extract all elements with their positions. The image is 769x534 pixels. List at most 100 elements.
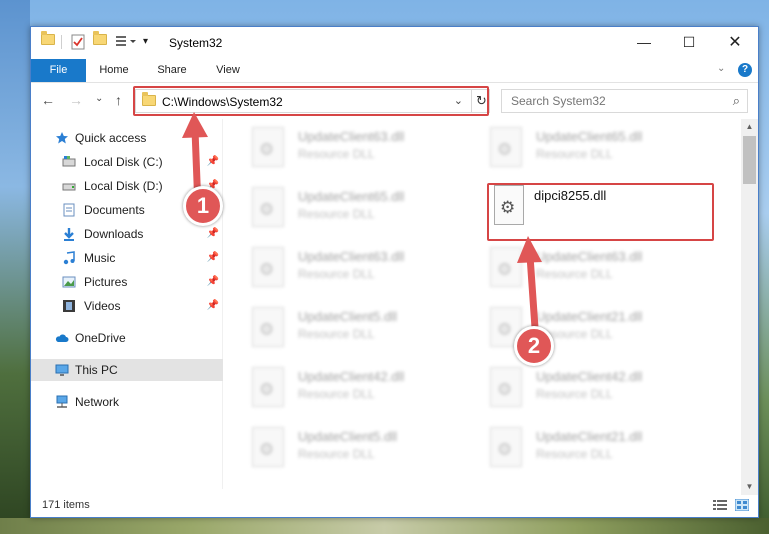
window-title: System32 [169, 36, 223, 50]
file-item-dipci8255[interactable]: dipci8255.dll [490, 183, 710, 233]
help-icon[interactable]: ? [738, 63, 752, 77]
file-item[interactable]: UpdateClient21.dll Resource DLL [462, 303, 692, 355]
up-button[interactable]: ↑ [115, 92, 122, 108]
file-type: Resource DLL [536, 147, 613, 161]
nav-item-label: Music [84, 251, 116, 265]
download-icon [64, 228, 74, 241]
tab-home[interactable]: Home [89, 59, 139, 82]
file-type: Resource DLL [536, 267, 613, 281]
star-icon [56, 132, 68, 144]
dll-file-icon [490, 427, 522, 467]
close-button[interactable]: ✕ [712, 27, 758, 57]
new-folder-icon[interactable] [93, 31, 107, 52]
file-item[interactable]: UpdateClient63.dll Resource DLL [462, 243, 692, 295]
nav-item-downloads[interactable]: Downloads 📌 [31, 223, 223, 245]
chevron-down-icon[interactable]: ▾ [143, 36, 148, 54]
nav-item-quick-access[interactable]: Quick access [31, 127, 223, 149]
computer-icon [55, 364, 69, 376]
nav-item-label: Videos [84, 299, 121, 313]
pictures-icon [62, 276, 76, 288]
nav-item-music[interactable]: Music 📌 [31, 247, 223, 269]
file-type: Resource DLL [298, 447, 375, 461]
dll-file-icon [252, 127, 284, 167]
vertical-scrollbar[interactable]: ▲ ▼ [741, 119, 758, 495]
file-type: Resource DLL [298, 207, 375, 221]
nav-item-label: Pictures [84, 275, 128, 289]
properties-icon[interactable] [71, 34, 85, 52]
chevron-down-icon[interactable]: ⌄ [454, 94, 463, 107]
navigation-pane: Quick access Local Disk (C:) 📌 Local Dis… [31, 119, 223, 489]
file-name: UpdateClient63.dll [536, 249, 643, 264]
pin-icon: 📌 [206, 276, 219, 287]
nav-item-label: Downloads [84, 227, 144, 241]
file-item[interactable]: UpdateClient65.dll Resource DLL [224, 183, 454, 235]
title-bar: ▾ System32 — ☐ ✕ [31, 27, 758, 59]
file-item[interactable]: UpdateClient5.dll Resource DLL [224, 303, 454, 355]
file-name: dipci8255.dll [534, 188, 607, 203]
nav-item-this-pc[interactable]: This PC [31, 359, 223, 381]
maximize-button[interactable]: ☐ [666, 27, 712, 57]
dll-file-icon [252, 187, 284, 227]
expand-ribbon-icon[interactable]: ⌄ [717, 63, 725, 74]
back-button[interactable]: ← [41, 92, 55, 108]
nav-item-label: OneDrive [75, 331, 126, 345]
file-item[interactable]: UpdateClient5.dll Resource DLL [224, 423, 454, 475]
pin-icon: 📌 [206, 252, 219, 263]
file-item[interactable]: UpdateClient42.dll Resource DLL [224, 363, 454, 415]
file-item[interactable]: UpdateClient21.dll Resource DLL [462, 423, 692, 475]
nav-item-onedrive[interactable]: OneDrive [31, 327, 223, 349]
file-item[interactable]: UpdateClient63.dll Resource DLL [224, 243, 454, 295]
file-name: UpdateClient21.dll [536, 309, 643, 324]
file-explorer-window: ▾ System32 — ☐ ✕ File Home Share View ⌄ … [30, 26, 759, 518]
nav-item-videos[interactable]: Videos 📌 [31, 295, 223, 317]
recent-locations-button[interactable]: ⌄ [95, 93, 103, 104]
music-icon [63, 251, 75, 265]
desktop-background-left [0, 0, 30, 534]
refresh-button[interactable]: ↻ [471, 89, 491, 113]
customize-toolbar-icon[interactable] [115, 34, 137, 52]
nav-item-label: Documents [84, 203, 145, 217]
videos-icon [63, 300, 75, 312]
large-icons-view-icon[interactable] [735, 499, 749, 511]
address-bar[interactable]: C:\Windows\System32 ⌄ [135, 89, 490, 113]
step-badge-2: 2 [514, 326, 554, 366]
tab-view[interactable]: View [205, 59, 251, 82]
nav-item-label: Local Disk (C:) [84, 155, 163, 169]
scroll-down-button[interactable]: ▼ [741, 479, 758, 495]
tab-file[interactable]: File [31, 59, 86, 82]
address-path: C:\Windows\System32 [162, 95, 283, 109]
network-icon [56, 395, 68, 408]
dll-file-icon [252, 307, 284, 347]
documents-icon [63, 203, 75, 217]
search-input[interactable] [502, 90, 722, 112]
step-badge-1: 1 [183, 186, 223, 226]
details-view-icon[interactable] [713, 499, 727, 511]
cloud-icon [55, 334, 69, 342]
file-type: Resource DLL [298, 147, 375, 161]
drive-icon [62, 183, 76, 191]
file-item[interactable]: UpdateClient42.dll Resource DLL [462, 363, 692, 415]
folder-icon [142, 92, 156, 109]
nav-item-pictures[interactable]: Pictures 📌 [31, 271, 223, 293]
file-item[interactable]: UpdateClient65.dll Resource DLL [462, 123, 692, 175]
separator [61, 35, 62, 49]
dll-file-icon [490, 247, 522, 287]
file-name: UpdateClient65.dll [536, 129, 643, 144]
scroll-up-button[interactable]: ▲ [741, 119, 758, 135]
dll-file-icon [490, 367, 522, 407]
nav-item-local-disk-c[interactable]: Local Disk (C:) 📌 [31, 151, 223, 173]
file-type: Resource DLL [536, 387, 613, 401]
forward-button[interactable]: → [69, 92, 83, 108]
minimize-button[interactable]: — [621, 27, 667, 57]
nav-item-label: Network [75, 395, 120, 409]
scrollbar-thumb[interactable] [743, 136, 756, 184]
dll-file-icon [252, 367, 284, 407]
search-icon[interactable]: ⌕ [733, 93, 740, 109]
nav-item-network[interactable]: Network [31, 391, 223, 413]
search-box[interactable]: ⌕ [501, 89, 748, 113]
pin-icon: 📌 [206, 156, 219, 167]
tab-share[interactable]: Share [147, 59, 197, 82]
file-name: UpdateClient21.dll [536, 429, 643, 444]
file-type: Resource DLL [298, 387, 375, 401]
file-item[interactable]: UpdateClient63.dll Resource DLL [224, 123, 454, 175]
